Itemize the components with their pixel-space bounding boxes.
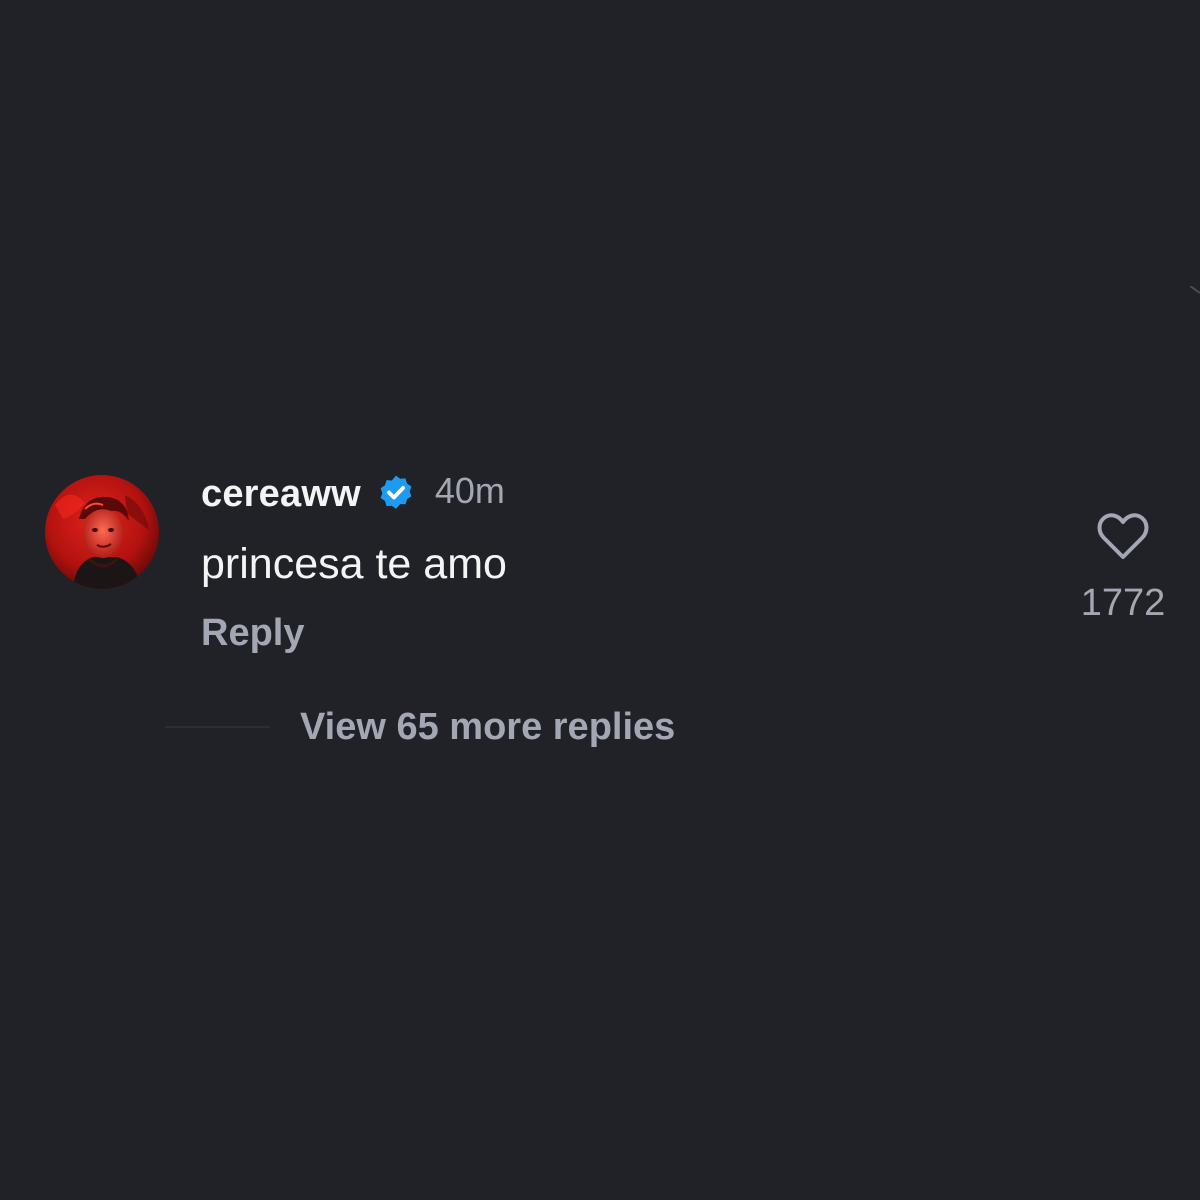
comment-timestamp: 40m bbox=[434, 470, 505, 511]
heart-outline-icon[interactable] bbox=[1096, 512, 1150, 562]
comment-header: cereaww 40m bbox=[201, 468, 505, 520]
reply-button[interactable]: Reply bbox=[201, 612, 304, 655]
replies-divider bbox=[165, 726, 270, 728]
username-link[interactable]: cereaww bbox=[201, 473, 361, 516]
avatar-image bbox=[45, 475, 159, 589]
comment-item: cereaww 40m princesa te amo Reply View 6… bbox=[0, 0, 1200, 1200]
comment-screen: cereaww 40m princesa te amo Reply View 6… bbox=[0, 0, 1200, 1200]
view-replies-row: View 65 more replies bbox=[165, 702, 675, 752]
like-count: 1772 bbox=[1080, 582, 1166, 624]
view-more-replies-button[interactable]: View 65 more replies bbox=[300, 706, 675, 749]
like-section: 1772 bbox=[1072, 512, 1174, 625]
user-avatar[interactable] bbox=[45, 475, 159, 589]
comment-text: princesa te amo bbox=[201, 540, 507, 588]
verified-badge-icon bbox=[380, 475, 412, 509]
